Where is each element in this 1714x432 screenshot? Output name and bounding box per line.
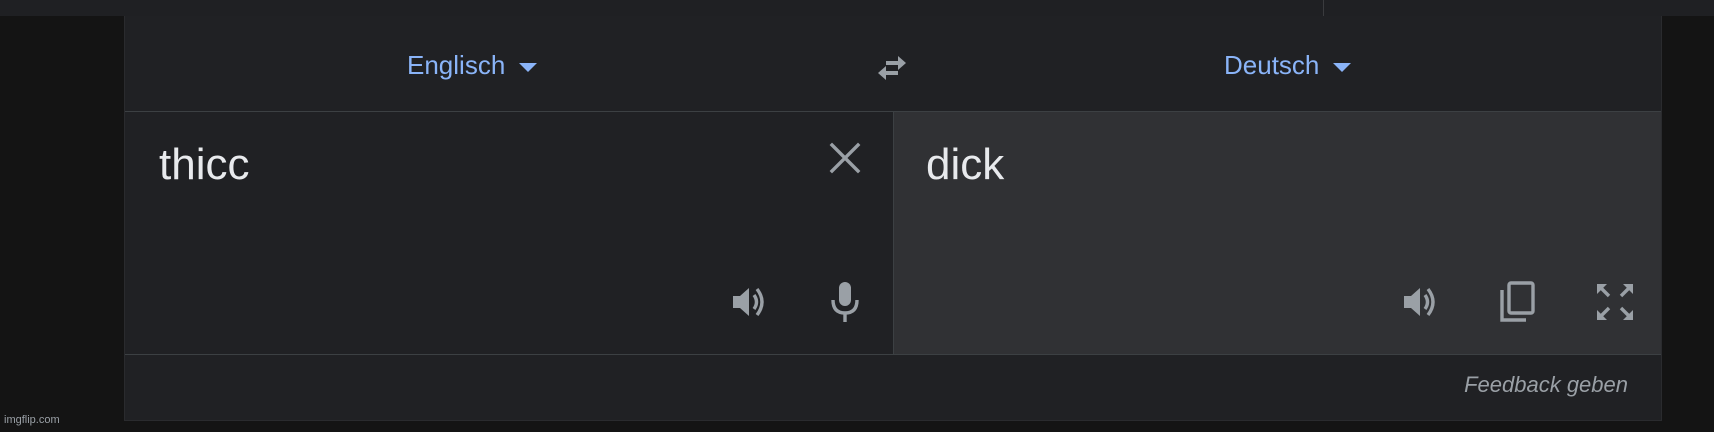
caret-down-icon xyxy=(519,63,538,72)
feedback-link[interactable]: Feedback geben xyxy=(1464,372,1628,398)
swap-languages-icon xyxy=(878,56,906,80)
translate-panel: Englisch Deutsch thicc dick Feedback geb… xyxy=(124,16,1662,421)
close-icon xyxy=(829,142,861,174)
page: Englisch Deutsch thicc dick Feedback geb… xyxy=(0,0,1714,432)
target-listen-button[interactable] xyxy=(1397,278,1445,326)
top-strip xyxy=(0,0,1714,16)
swap-languages-button[interactable] xyxy=(870,46,914,90)
speaker-icon xyxy=(1404,287,1435,317)
translation-output: dick xyxy=(926,140,1005,189)
copy-translation-button[interactable] xyxy=(1494,278,1542,326)
language-bar: Englisch Deutsch xyxy=(125,16,1661,112)
microphone-icon xyxy=(831,282,859,322)
source-listen-button[interactable] xyxy=(726,278,774,326)
target-pane: dick xyxy=(894,112,1661,354)
speaker-icon xyxy=(733,287,764,317)
target-language-selector[interactable]: Deutsch xyxy=(1224,50,1352,81)
fullscreen-button[interactable] xyxy=(1591,278,1639,326)
copy-icon xyxy=(1500,281,1535,322)
watermark: imgflip.com xyxy=(4,414,60,426)
clear-text-button[interactable] xyxy=(821,134,869,182)
target-language-label: Deutsch xyxy=(1224,50,1320,80)
source-pane[interactable]: thicc xyxy=(125,112,894,354)
panel-footer: Feedback geben xyxy=(125,354,1661,420)
fullscreen-icon xyxy=(1597,284,1633,320)
voice-input-button[interactable] xyxy=(821,278,869,326)
source-language-selector[interactable]: Englisch xyxy=(407,50,538,81)
caret-down-icon xyxy=(1333,63,1352,72)
source-text-input[interactable]: thicc xyxy=(159,140,249,190)
top-divider xyxy=(1323,0,1324,16)
source-language-label: Englisch xyxy=(407,50,506,80)
